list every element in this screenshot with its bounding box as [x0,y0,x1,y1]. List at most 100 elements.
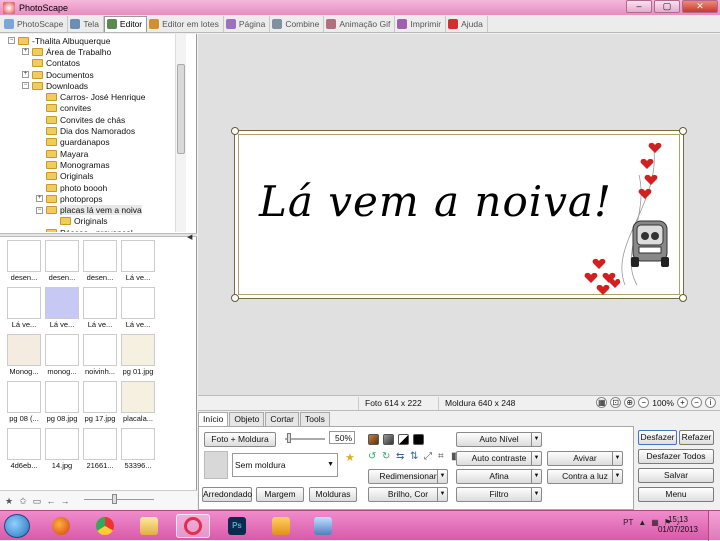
crop-icon[interactable]: ⌗ [438,451,444,462]
tab-help[interactable]: Ajuda [446,15,488,32]
tree-item[interactable]: Mayara [36,148,88,159]
rounded-button[interactable]: Arredondado [202,487,252,502]
undo-all-button[interactable]: Desfazer Todos [638,449,714,464]
language-indicator[interactable]: PT [623,518,633,527]
rotate-left-icon[interactable]: ↺ [368,451,376,462]
tab-combine[interactable]: Combine [270,15,325,32]
thumbnail[interactable]: placala... [119,381,157,425]
redo-button[interactable]: Refazer [679,430,714,445]
brightness-color-button[interactable]: Brilho, Cor ▼ [368,487,448,502]
thumbnail[interactable]: 4d6eb... [5,428,43,472]
actual-size-icon[interactable]: ⊡ [610,397,622,408]
thumbnail[interactable]: pg 17.jpg [81,381,119,425]
forward-arrow-icon[interactable]: → [60,496,70,506]
tab-gif[interactable]: Animação Gif [324,15,396,32]
clock[interactable]: 15:13 01/07/2013 [658,515,698,535]
thumbnail[interactable]: noivinh... [81,334,119,378]
tree-item[interactable]: photo boooh [36,182,107,193]
thumbnail[interactable]: pg 01.jpg [119,334,157,378]
tab-viewer[interactable]: Tela [68,15,104,32]
expand-toggle[interactable]: − [36,206,43,214]
star-folder-icon[interactable]: ✩ [18,496,28,506]
close-button[interactable]: ✕ [682,0,718,13]
taskbar-media[interactable] [264,514,298,538]
tree-item[interactable]: Originals [36,171,94,182]
back-arrow-icon[interactable]: ← [46,496,56,506]
frame-opacity-slider[interactable] [285,433,325,443]
margin-button[interactable]: Margem [256,487,304,502]
expand-toggle[interactable]: − [22,82,29,90]
grayscale-filter-icon[interactable] [383,434,394,445]
editor-tab[interactable]: Cortar [265,412,299,426]
vivid-button[interactable]: Avivar ▼ [547,451,623,466]
editor-tab[interactable]: Tools [300,412,330,426]
tree-item[interactable]: Dia dos Namorados [36,125,135,136]
tree-item[interactable]: Convites de chás [36,114,125,125]
photo-frame-button[interactable]: Foto + Moldura [204,432,276,447]
zoom-out-small-icon[interactable]: − [691,397,702,408]
zoom-in-icon[interactable]: + [677,397,688,408]
collapse-panel-arrow-icon[interactable]: ◀ [187,233,192,241]
maximize-button[interactable]: ▢ [654,0,680,13]
taskbar-firefox[interactable] [44,514,78,538]
tab-print[interactable]: Imprimir [395,15,447,32]
thumbnail[interactable]: desen... [5,240,43,284]
resize-icon[interactable]: ⤢ [424,451,432,462]
thumbnail[interactable]: Lá ve... [43,287,81,331]
taskbar-explorer[interactable] [132,514,166,538]
favorite-star-icon[interactable]: ★ [4,496,14,506]
tree-item[interactable]: + photoprops [36,193,103,204]
thumbnail[interactable]: pg 08 (... [5,381,43,425]
tab-batch-editor[interactable]: Editor em lotes [147,15,224,32]
expand-toggle[interactable]: − [8,37,15,45]
sepia-filter-icon[interactable] [368,434,379,445]
tree-item[interactable]: − -Thalita Albuquerque [8,35,110,46]
start-button[interactable] [4,514,30,538]
tree-item[interactable]: Originals [50,216,108,227]
tree-item[interactable]: convites [36,103,91,114]
tree-item[interactable]: + Documentos [22,69,94,80]
menu-button[interactable]: Menu [638,487,714,502]
thumbnail-size-slider[interactable] [84,493,154,504]
thumbnail[interactable]: monog... [43,334,81,378]
thumbnail[interactable]: Lá ve... [119,287,157,331]
info-icon[interactable]: i [705,397,716,408]
frames-button[interactable]: Molduras [309,487,357,502]
tree-item[interactable]: − Downloads [22,80,88,91]
tab-photoscape[interactable]: PhotoScape [2,15,69,32]
expand-toggle[interactable]: + [22,71,29,79]
folder-icon[interactable]: ▭ [32,496,42,506]
bw-filter-icon[interactable] [398,434,409,445]
tree-item[interactable]: + Área de Trabalho [22,46,111,57]
rotate-right-icon[interactable]: ↻ [382,451,390,462]
minimize-button[interactable]: – [626,0,652,13]
resize-button[interactable]: Redimensionar ▼ [368,469,448,484]
thumbnail[interactable]: 14.jpg [43,428,81,472]
editor-tab[interactable]: Objeto [229,412,265,426]
thumbnail[interactable]: 21661... [81,428,119,472]
frame-select[interactable]: Sem moldura ▼ [232,453,338,477]
auto-contrast-button[interactable]: Auto contraste ▼ [456,451,542,466]
thumbnail[interactable]: Lá ve... [5,287,43,331]
opacity-slider-knob[interactable] [287,433,291,443]
sharpen-button[interactable]: Afina ▼ [456,469,542,484]
tree-item[interactable]: − placas lá vem a noiva [36,205,142,216]
thumbnail[interactable]: desen... [81,240,119,284]
tab-editor[interactable]: Editor [103,15,148,32]
expand-toggle[interactable]: + [22,48,29,56]
tree-item[interactable]: Contatos [22,58,80,69]
zoom-out-icon[interactable]: − [638,397,650,408]
slider-knob[interactable] [112,493,117,504]
fit-icon[interactable]: ▦ [596,397,608,408]
auto-level-button[interactable]: Auto Nível ▼ [456,432,542,447]
filter-button[interactable]: Filtro ▼ [456,487,542,502]
taskbar-photoshop[interactable]: Ps [220,514,254,538]
zoom-fit-icon[interactable]: ⊕ [624,397,636,408]
image-canvas[interactable]: Lá vem a noiva! [198,34,720,395]
negative-filter-icon[interactable] [413,434,424,445]
tree-item[interactable]: guardanapos [36,137,110,148]
flip-horizontal-icon[interactable]: ⇆ [396,451,404,462]
thumbnail[interactable]: 53396... [119,428,157,472]
tree-item[interactable]: Páscoa - provençal [36,227,133,232]
scrollbar-thumb[interactable] [177,64,185,154]
